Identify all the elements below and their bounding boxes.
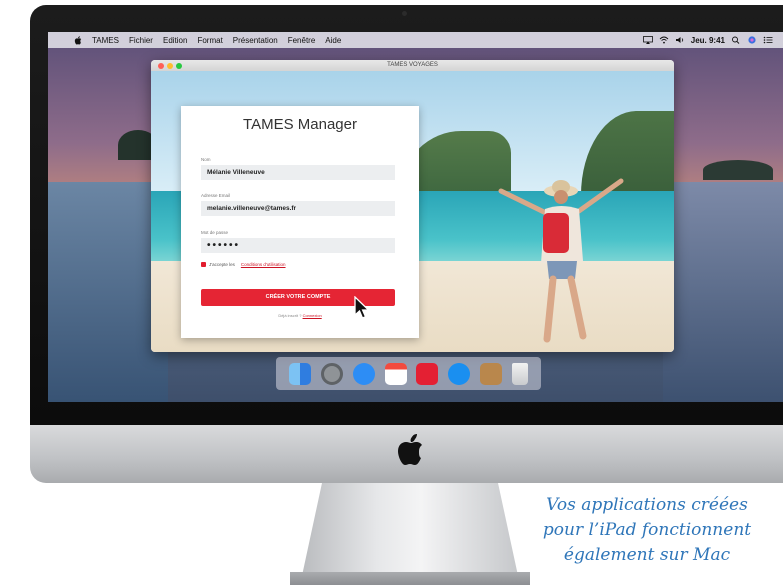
caption-line: Vos applications créées <box>546 495 748 515</box>
desktop-sea <box>48 182 168 402</box>
mouse-pointer-icon <box>354 296 371 319</box>
dock <box>276 357 541 390</box>
volume-icon[interactable] <box>675 36 685 44</box>
wifi-icon[interactable] <box>659 36 669 44</box>
terms-link[interactable]: Conditions d'utilisation <box>241 262 286 267</box>
desktop-hill <box>703 160 773 180</box>
airplay-icon[interactable] <box>642 36 653 44</box>
search-icon[interactable] <box>731 36 741 44</box>
password-label: Mot de passe <box>201 230 229 235</box>
name-field[interactable]: Mélanie Villeneuve <box>201 165 395 180</box>
app-store-icon[interactable] <box>448 362 471 385</box>
archive-icon[interactable] <box>480 362 503 385</box>
terms-row: J'accepte les Conditions d'utilisation <box>201 262 286 267</box>
login-row: Déjà inscrit ? Connexion <box>181 313 419 318</box>
menu-format[interactable]: Format <box>197 36 222 45</box>
desktop-sea <box>663 182 783 402</box>
siri-icon[interactable] <box>747 36 757 44</box>
status-area: Jeu. 9:41 <box>642 32 773 48</box>
login-link[interactable]: Connexion <box>303 313 322 318</box>
close-window-button[interactable] <box>158 62 164 69</box>
apple-menu-icon[interactable] <box>74 35 82 45</box>
terms-text: J'accepte les <box>209 262 235 267</box>
finder-icon[interactable] <box>288 362 311 385</box>
clock[interactable]: Jeu. 9:41 <box>691 36 725 45</box>
trash-icon[interactable] <box>512 362 529 385</box>
password-field[interactable]: •••••• <box>201 238 395 253</box>
menu-app-name[interactable]: TAMES <box>92 36 119 45</box>
caption-line: pour l’iPad fonctionnent <box>542 520 752 540</box>
caption-line: également sur Mac <box>563 545 731 565</box>
caption: Vos applications créées pour l’iPad fonc… <box>512 493 782 568</box>
window-titlebar[interactable]: TAMES VOYAGES <box>151 60 674 71</box>
minimize-window-button[interactable] <box>167 62 173 69</box>
imac-stand <box>300 483 520 585</box>
apple-logo-icon <box>398 434 422 465</box>
screen: TAMES Fichier Edition Format Présentatio… <box>48 32 783 402</box>
menu-edition[interactable]: Edition <box>163 36 187 45</box>
signup-form: TAMES Manager Nom Mélanie Villeneuve Adr… <box>181 106 419 338</box>
terms-checkbox[interactable] <box>201 262 206 267</box>
system-preferences-icon[interactable] <box>320 362 343 385</box>
beach-background: TAMES Manager Nom Mélanie Villeneuve Adr… <box>151 71 674 352</box>
login-text: Déjà inscrit ? <box>278 313 302 318</box>
menu-presentation[interactable]: Présentation <box>233 36 278 45</box>
menu-fichier[interactable]: Fichier <box>129 36 153 45</box>
messages-icon[interactable] <box>352 362 375 385</box>
notification-center-icon[interactable] <box>763 36 773 44</box>
tames-app-icon[interactable] <box>416 362 439 385</box>
email-label: Adresse Email <box>201 193 231 198</box>
traveler-photo <box>498 178 624 343</box>
form-title: TAMES Manager <box>243 116 357 133</box>
window-title: TAMES VOYAGES <box>387 62 438 68</box>
camera <box>402 11 407 16</box>
zoom-window-button[interactable] <box>176 62 182 69</box>
menu-bar: TAMES Fichier Edition Format Présentatio… <box>48 32 783 48</box>
menu-aide[interactable]: Aide <box>325 36 341 45</box>
calendar-icon[interactable] <box>384 362 407 385</box>
email-field[interactable]: melanie.villeneuve@tames.fr <box>201 201 395 216</box>
name-label: Nom <box>201 157 211 162</box>
menu-fenetre[interactable]: Fenêtre <box>288 36 316 45</box>
app-window: TAMES VOYAGES TAMES Manager Nom Mélanie … <box>151 60 674 352</box>
stand-base <box>290 572 530 585</box>
